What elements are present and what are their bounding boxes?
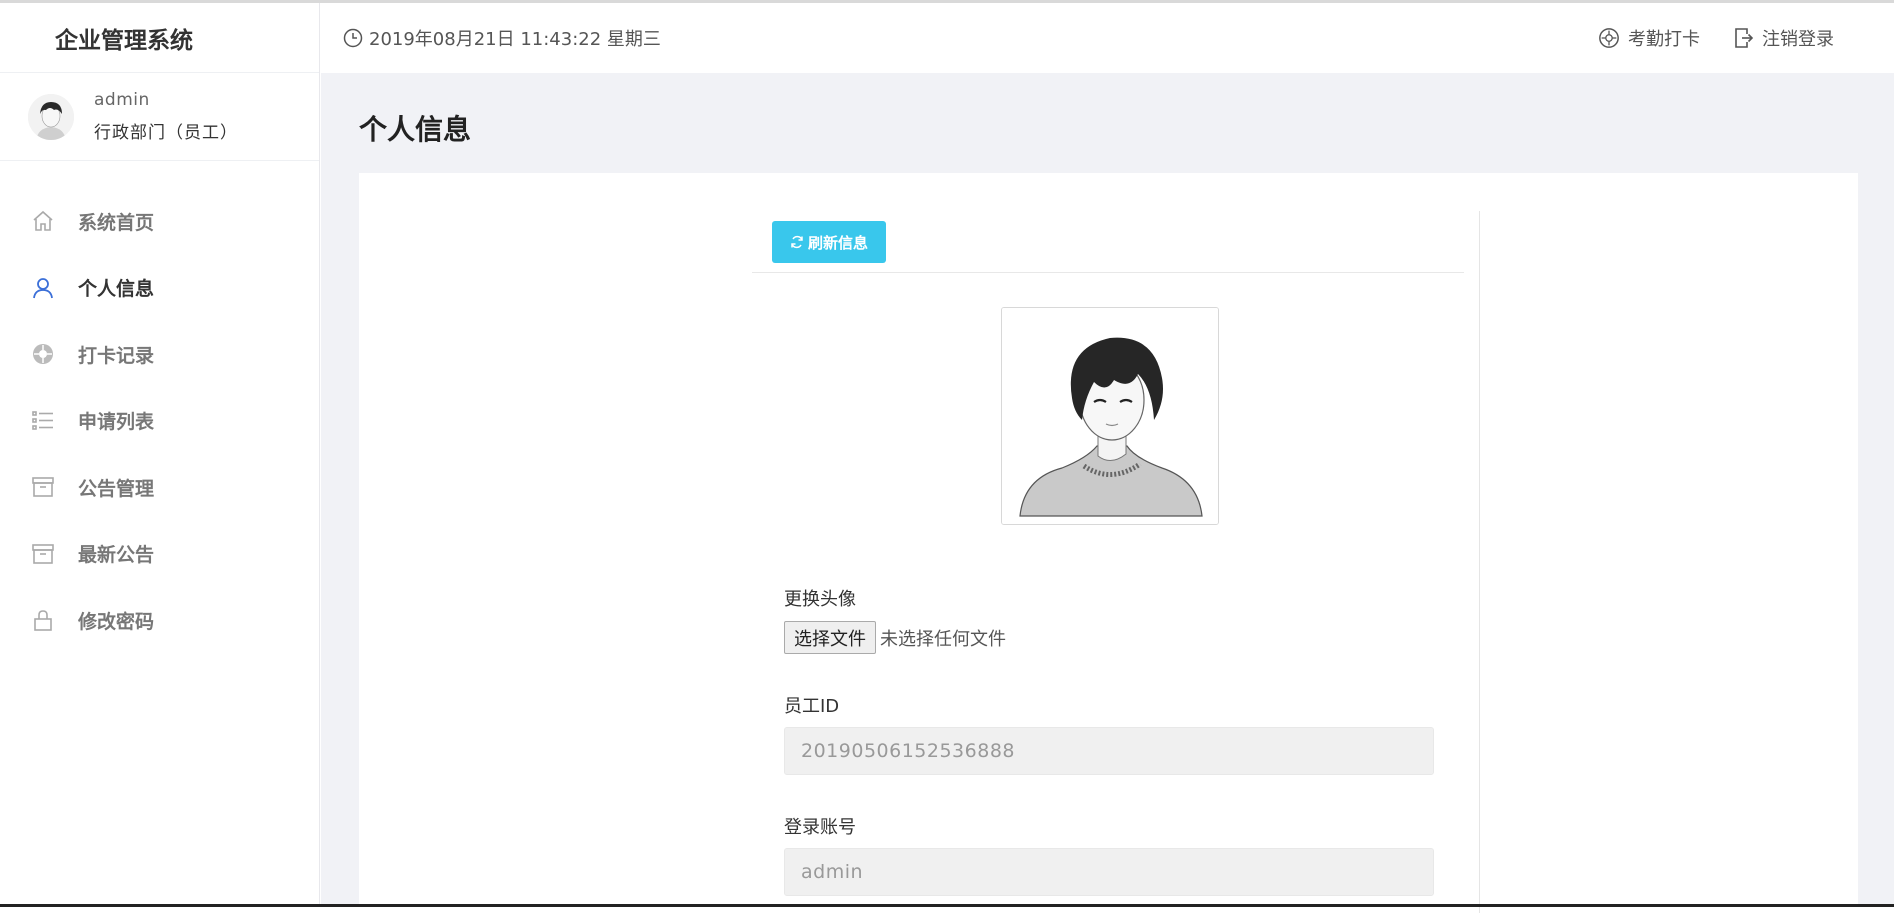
avatar: [28, 93, 74, 140]
sidebar-item-label: 系统首页: [78, 211, 155, 234]
checkin-button[interactable]: 考勤打卡: [1598, 25, 1700, 51]
sidebar: 企业管理系统 admin 行政部门（员工） 系统首页 个人信息 打卡记录 申请列…: [0, 3, 320, 907]
datetime-text: 2019年08月21日 11:43:22 星期三: [369, 29, 661, 50]
archive-icon: [30, 474, 56, 500]
user-name: admin: [94, 90, 150, 110]
file-status-text: 未选择任何文件: [880, 628, 1006, 650]
sidebar-item-home[interactable]: 系统首页: [0, 188, 319, 255]
profile-form: 刷新信息 更换头像 选择文件 未选择任何文件 员工ID 201905061525…: [752, 211, 1480, 913]
sidebar-item-checkin-records[interactable]: 打卡记录: [0, 321, 319, 388]
sidebar-item-label: 个人信息: [78, 278, 155, 301]
form-toolbar: 刷新信息: [752, 211, 1464, 273]
sidebar-item-label: 公告管理: [78, 477, 155, 500]
refresh-label: 刷新信息: [807, 233, 868, 252]
sidebar-item-label: 修改密码: [78, 610, 155, 633]
change-avatar-label: 更换头像: [784, 589, 856, 610]
profile-avatar: [1001, 307, 1219, 525]
refresh-info-button[interactable]: 刷新信息: [772, 221, 886, 263]
account-field[interactable]: [784, 848, 1434, 896]
clock-in-icon: [30, 341, 56, 367]
lock-icon: [30, 607, 56, 633]
logout-button[interactable]: 注销登录: [1734, 25, 1834, 51]
refresh-icon: [791, 235, 803, 249]
avatar-file-picker: 选择文件 未选择任何文件: [784, 621, 1006, 654]
sidebar-item-change-password[interactable]: 修改密码: [0, 587, 319, 654]
employee-id-field[interactable]: [784, 727, 1434, 775]
clock-in-icon: [1599, 28, 1619, 48]
sidebar-item-applications[interactable]: 申请列表: [0, 388, 319, 455]
logout-label: 注销登录: [1762, 29, 1834, 50]
employee-id-label: 员工ID: [784, 696, 840, 717]
checkin-label: 考勤打卡: [1628, 29, 1700, 50]
sidebar-item-label: 最新公告: [78, 544, 155, 567]
profile-card: 刷新信息 更换头像 选择文件 未选择任何文件 员工ID 201905061525…: [359, 173, 1858, 913]
user-department: 行政部门（员工）: [94, 123, 238, 143]
home-icon: [30, 208, 56, 234]
current-datetime: 2019年08月21日 11:43:22 星期三: [321, 25, 661, 51]
sidebar-item-label: 申请列表: [78, 411, 155, 434]
sidebar-item-label: 打卡记录: [78, 344, 155, 367]
sidebar-item-latest-notices[interactable]: 最新公告: [0, 521, 319, 588]
account-label: 登录账号: [784, 817, 856, 838]
user-profile: admin 行政部门（员工）: [0, 73, 319, 161]
choose-file-button[interactable]: 选择文件: [784, 621, 876, 654]
main-content: 个人信息 刷新信息 更换头像 选择文件 未选择任何文件 员工ID 2019050…: [321, 73, 1894, 913]
sidebar-nav: 系统首页 个人信息 打卡记录 申请列表 公告管理 最新公告 修改密码: [0, 188, 319, 654]
brand-title: 企业管理系统: [0, 3, 319, 73]
top-header: 2019年08月21日 11:43:22 星期三 考勤打卡 注销登录: [321, 3, 1894, 73]
sidebar-item-notice-management[interactable]: 公告管理: [0, 454, 319, 521]
user-icon: [30, 275, 56, 301]
list-icon: [30, 408, 56, 434]
page-title: 个人信息: [359, 113, 472, 146]
sidebar-item-profile[interactable]: 个人信息: [0, 255, 319, 322]
logout-icon: [1735, 28, 1754, 48]
clock-icon: [343, 28, 363, 48]
archive-icon: [30, 541, 56, 567]
